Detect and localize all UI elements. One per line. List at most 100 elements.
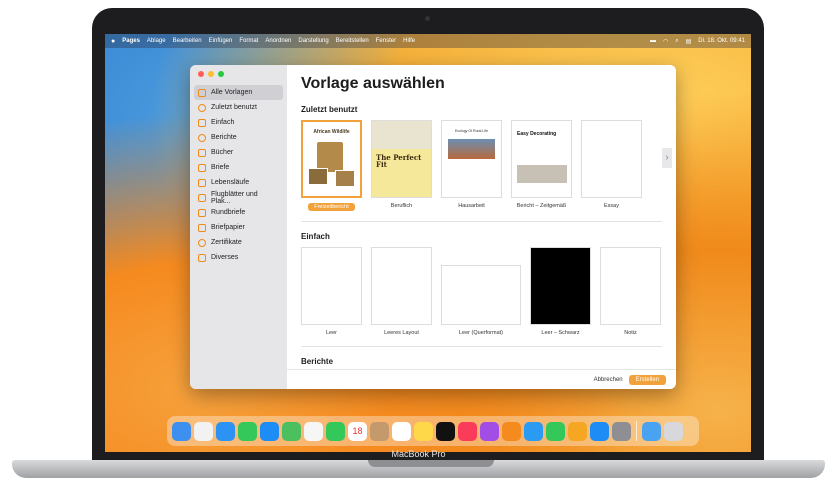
menu-anordnen[interactable]: Anordnen — [265, 38, 291, 44]
report-icon — [198, 133, 206, 142]
dock: 18 — [167, 416, 699, 446]
sidebar-item-flugblaetter[interactable]: Flugblätter und Plak... — [194, 190, 283, 205]
template-thumbnail[interactable]: Ecology Of Rural Life — [441, 120, 502, 198]
maps-icon[interactable] — [282, 421, 301, 441]
menu-bearbeiten[interactable]: Bearbeiten — [173, 38, 202, 44]
sidebar-item-label: Alle Vorlagen — [211, 89, 253, 96]
template-leer-schwarz[interactable]: Leer – Schwarz — [530, 247, 591, 336]
photo — [335, 170, 355, 187]
sidebar-item-label: Zuletzt benutzt — [211, 104, 257, 111]
resume-icon — [198, 178, 206, 187]
menu-format[interactable]: Format — [239, 38, 258, 44]
template-beruflich[interactable]: The Perfect Fit Beruflich — [371, 120, 432, 211]
downloads-folder-icon[interactable] — [642, 421, 661, 441]
sidebar-item-buecher[interactable]: Bücher — [194, 145, 283, 160]
wifi-icon[interactable]: ◠ — [663, 38, 668, 45]
template-thumbnail[interactable] — [301, 247, 362, 325]
sidebar-item-rundbriefe[interactable]: Rundbriefe — [194, 205, 283, 220]
menu-einfuegen[interactable]: Einfügen — [209, 38, 233, 44]
template-hausarbeit[interactable]: Ecology Of Rural Life Hausarbeit — [441, 120, 502, 211]
menu-fenster[interactable]: Fenster — [376, 38, 396, 44]
numbers-icon[interactable] — [546, 421, 565, 441]
thumbnail-heading: African Wildlife — [313, 129, 350, 135]
template-leer[interactable]: Leer — [301, 247, 362, 336]
map-graphic — [372, 121, 431, 149]
tv-icon[interactable] — [436, 421, 455, 441]
messages-icon[interactable] — [238, 421, 257, 441]
sidebar-item-berichte[interactable]: Berichte — [194, 130, 283, 145]
template-thumbnail[interactable] — [581, 120, 642, 198]
sidebar-item-zertifikate[interactable]: Zertifikate — [194, 235, 283, 250]
template-thumbnail[interactable] — [530, 247, 591, 325]
template-gallery: Vorlage auswählen Zuletzt benutzt Africa… — [287, 65, 676, 389]
menu-darstellung[interactable]: Darstellung — [298, 38, 328, 44]
template-leer-querformat[interactable]: Leer (Querformat) — [441, 247, 521, 336]
template-label: Leer – Schwarz — [541, 330, 580, 336]
zoom-button[interactable] — [218, 71, 224, 77]
books-icon[interactable] — [502, 421, 521, 441]
template-freizeitbericht[interactable]: African Wildlife Freizeitbericht — [301, 120, 362, 211]
control-center-icon[interactable]: ▤ — [686, 38, 692, 45]
finder-icon[interactable] — [172, 421, 191, 441]
cancel-button[interactable]: Abbrechen — [594, 377, 623, 383]
template-bericht-zeitgemaess[interactable]: Easy Decorating Bericht – Zeitgemäß — [511, 120, 572, 211]
sidebar-item-alle-vorlagen[interactable]: Alle Vorlagen — [194, 85, 283, 100]
music-icon[interactable] — [458, 421, 477, 441]
flyer-icon — [198, 193, 206, 202]
template-thumbnail[interactable] — [600, 247, 661, 325]
device-label: MacBook Pro — [391, 449, 446, 459]
sidebar-item-diverses[interactable]: Diverses — [194, 250, 283, 265]
template-thumbnail[interactable]: African Wildlife — [301, 120, 362, 198]
stationery-icon — [198, 223, 206, 232]
menu-ablage[interactable]: Ablage — [147, 38, 166, 44]
battery-icon[interactable]: ▬ — [650, 38, 656, 44]
template-thumbnail[interactable] — [441, 265, 521, 325]
create-button[interactable]: Erstellen — [628, 374, 666, 385]
sidebar-item-briefpapier[interactable]: Briefpapier — [194, 220, 283, 235]
section-title-recent: Zuletzt benutzt — [301, 105, 358, 114]
notes-icon[interactable] — [414, 421, 433, 441]
template-thumbnail[interactable]: Easy Decorating — [511, 120, 572, 198]
basic-templates-row: Leer Leeres Layout Leer (Querformat) Lee… — [301, 247, 662, 336]
template-label: Hausarbeit — [458, 203, 485, 209]
sidebar-item-lebenslaeufe[interactable]: Lebensläufe — [194, 175, 283, 190]
system-settings-icon[interactable] — [612, 421, 631, 441]
template-thumbnail[interactable]: The Perfect Fit — [371, 120, 432, 198]
podcasts-icon[interactable] — [480, 421, 499, 441]
template-notiz[interactable]: Notiz — [600, 247, 661, 336]
letter-icon — [198, 163, 206, 172]
dialog-footer: Abbrechen Erstellen — [287, 369, 676, 389]
keynote-icon[interactable] — [524, 421, 543, 441]
photos-icon[interactable] — [304, 421, 323, 441]
safari-icon[interactable] — [216, 421, 235, 441]
chevron-right-icon[interactable]: › — [662, 148, 672, 168]
template-thumbnail[interactable] — [371, 247, 432, 325]
trash-icon[interactable] — [664, 421, 683, 441]
app-store-icon[interactable] — [590, 421, 609, 441]
close-button[interactable] — [198, 71, 204, 77]
sidebar-item-einfach[interactable]: Einfach — [194, 115, 283, 130]
apple-menu-icon[interactable]: ● — [111, 38, 115, 45]
clock-icon — [198, 103, 206, 112]
pages-icon[interactable] — [568, 421, 587, 441]
launchpad-icon[interactable] — [194, 421, 213, 441]
calendar-icon[interactable]: 18 — [348, 421, 367, 441]
menu-pages[interactable]: Pages — [122, 38, 140, 44]
template-essay[interactable]: Essay — [581, 120, 642, 211]
template-leeres-layout[interactable]: Leeres Layout — [371, 247, 432, 336]
menu-hilfe[interactable]: Hilfe — [403, 38, 415, 44]
contacts-icon[interactable] — [370, 421, 389, 441]
menu-clock[interactable]: Di. 18. Okt. 09:41 — [698, 38, 745, 44]
facetime-icon[interactable] — [326, 421, 345, 441]
mail-icon[interactable] — [260, 421, 279, 441]
menu-bereitstellen[interactable]: Bereitstellen — [336, 38, 369, 44]
sidebar-item-label: Einfach — [211, 119, 235, 126]
sidebar-item-label: Diverses — [211, 254, 239, 261]
sidebar-item-zuletzt-benutzt[interactable]: Zuletzt benutzt — [194, 100, 283, 115]
search-icon[interactable]: ⌕ — [675, 38, 678, 45]
recent-templates-row: African Wildlife Freizeitbericht The Per… — [301, 120, 672, 211]
newsletter-icon — [198, 208, 206, 217]
reminders-icon[interactable] — [392, 421, 411, 441]
sidebar-item-briefe[interactable]: Briefe — [194, 160, 283, 175]
minimize-button[interactable] — [208, 71, 214, 77]
